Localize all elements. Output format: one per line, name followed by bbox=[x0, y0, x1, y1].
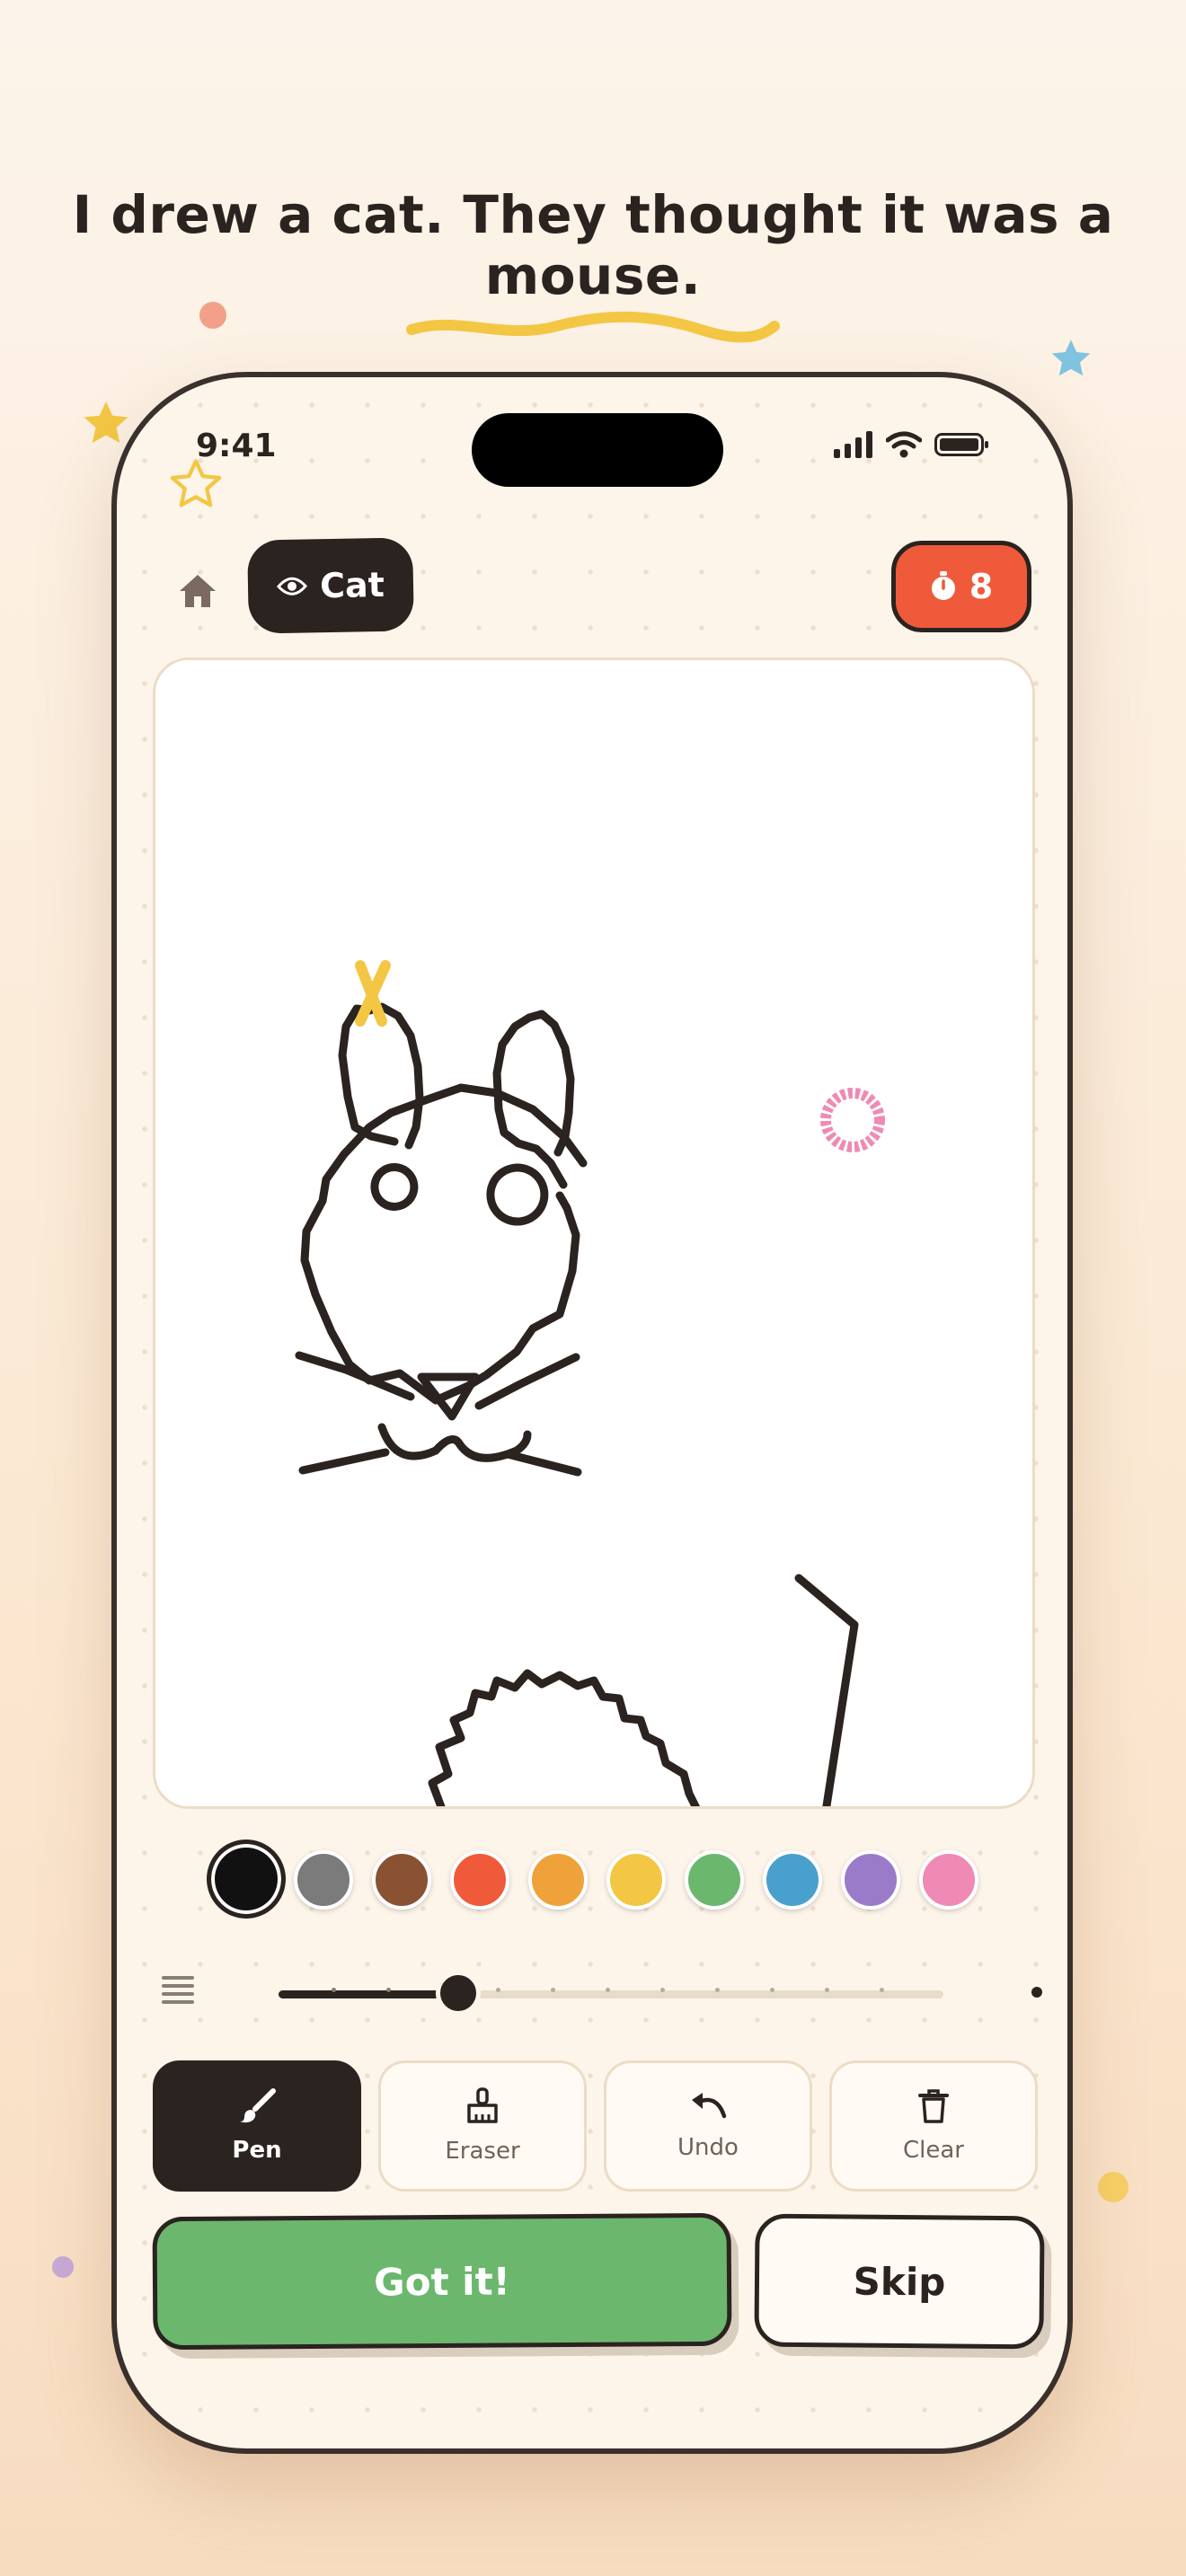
stroke-whisker bbox=[298, 1448, 390, 1475]
eraser-tool-label: Eraser bbox=[445, 2138, 520, 2165]
stroke-whisker bbox=[503, 1450, 582, 1477]
slider-tick bbox=[715, 1988, 720, 1992]
timer-badge: 8 bbox=[891, 541, 1031, 632]
signal-icon bbox=[834, 431, 872, 458]
undo-button[interactable]: Undo bbox=[604, 2060, 812, 2192]
color-palette bbox=[207, 1839, 1015, 1920]
stroke-eye bbox=[370, 1162, 419, 1211]
pen-tool-button[interactable]: Pen bbox=[153, 2060, 361, 2192]
color-swatch[interactable] bbox=[207, 1839, 286, 1919]
star-decoration bbox=[1051, 340, 1091, 376]
slider-tick bbox=[551, 1988, 555, 1992]
home-button[interactable] bbox=[173, 566, 223, 616]
slider-tick bbox=[496, 1988, 500, 1992]
stopwatch-icon bbox=[931, 571, 955, 600]
battery-icon bbox=[934, 433, 988, 456]
color-swatch[interactable] bbox=[528, 1850, 588, 1910]
brush-icon bbox=[240, 2088, 276, 2123]
pink-circle-mark bbox=[820, 1088, 885, 1152]
brush-size-max-dot bbox=[1031, 1987, 1042, 1998]
brush-size-fill bbox=[279, 1990, 458, 1998]
status-icons bbox=[834, 431, 990, 458]
undo-icon bbox=[692, 2093, 727, 2119]
dot-decoration bbox=[1098, 2172, 1128, 2202]
eraser-icon bbox=[467, 2087, 498, 2123]
secret-word: Cat bbox=[319, 564, 385, 606]
wifi-icon bbox=[886, 431, 922, 458]
slider-tick bbox=[825, 1988, 829, 1992]
headline: I drew a cat. They thought it was a mous… bbox=[72, 184, 1114, 306]
stroke-ear bbox=[338, 1002, 424, 1150]
color-swatch[interactable] bbox=[450, 1850, 509, 1910]
brush-size-row bbox=[153, 1967, 1042, 2021]
slider-tick bbox=[660, 1988, 665, 1992]
dot-decoration bbox=[52, 2256, 74, 2278]
clear-label: Clear bbox=[903, 2137, 964, 2164]
slider-tick bbox=[386, 1988, 391, 1992]
color-swatch[interactable] bbox=[841, 1850, 900, 1910]
dot-decoration bbox=[199, 302, 226, 329]
stroke-body bbox=[428, 1669, 701, 1806]
color-swatch[interactable] bbox=[685, 1850, 744, 1910]
slider-tick bbox=[606, 1988, 610, 1992]
yellow-x-mark bbox=[355, 960, 391, 1027]
trash-icon bbox=[918, 2089, 949, 2123]
home-icon bbox=[180, 575, 216, 607]
secret-word-pill[interactable]: Cat bbox=[247, 537, 414, 634]
slider-tick bbox=[770, 1988, 774, 1992]
color-swatch[interactable] bbox=[294, 1850, 353, 1910]
squiggle-decoration bbox=[406, 311, 780, 343]
stroke-eye bbox=[486, 1163, 549, 1226]
clear-button[interactable]: Clear bbox=[829, 2060, 1038, 2192]
color-swatch[interactable] bbox=[372, 1850, 431, 1910]
stroke-head bbox=[300, 1150, 580, 1405]
color-swatch[interactable] bbox=[763, 1850, 822, 1910]
drawing-canvas[interactable] bbox=[153, 657, 1035, 1809]
star-outline-decoration bbox=[170, 459, 222, 507]
phone-frame: 9:41 Cat 8 Pen Eraser Undo Clear Got it!… bbox=[111, 372, 1073, 2454]
tool-bar: Pen Eraser Undo Clear bbox=[153, 2060, 1038, 2193]
eye-icon bbox=[277, 577, 308, 595]
eraser-tool-button[interactable]: Eraser bbox=[378, 2060, 587, 2192]
brush-size-slider[interactable] bbox=[279, 1971, 943, 2016]
stroke-tail bbox=[794, 1574, 859, 1806]
skip-button[interactable]: Skip bbox=[754, 2213, 1045, 2350]
got-it-button[interactable]: Got it! bbox=[152, 2212, 732, 2351]
color-swatch[interactable] bbox=[606, 1850, 666, 1910]
star-decoration bbox=[84, 401, 128, 443]
dynamic-island bbox=[472, 413, 723, 487]
brush-size-icon bbox=[162, 1976, 194, 2004]
drawing-strokes bbox=[295, 960, 885, 1806]
brush-size-thumb[interactable] bbox=[435, 1971, 481, 2016]
pen-tool-label: Pen bbox=[232, 2137, 282, 2164]
slider-tick bbox=[332, 1988, 336, 1992]
slider-tick bbox=[880, 1988, 884, 1992]
timer-value: 8 bbox=[969, 567, 994, 606]
color-swatch[interactable] bbox=[919, 1850, 978, 1910]
undo-label: Undo bbox=[677, 2134, 739, 2161]
stroke-head bbox=[340, 1083, 588, 1168]
